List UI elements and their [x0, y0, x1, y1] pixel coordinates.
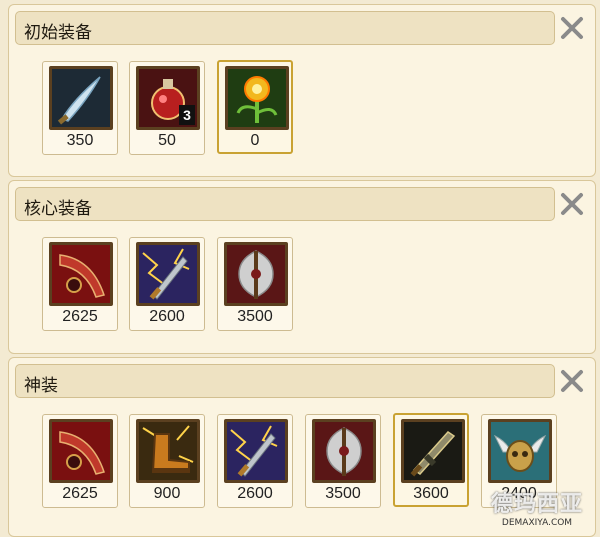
item-slot[interactable]: 3 50 [129, 61, 205, 155]
item-price: 2600 [149, 308, 185, 325]
close-icon[interactable] [557, 366, 587, 396]
item-slot-selected[interactable]: 0 [217, 60, 293, 154]
curved-sword-icon [49, 66, 113, 130]
watermark-main: 德玛西亚 [490, 492, 583, 517]
item-slot[interactable]: 2625 [42, 237, 118, 331]
lightning-sword-icon [224, 419, 288, 483]
item-slot[interactable]: 900 [129, 414, 205, 508]
dark-greatsword-icon [401, 419, 465, 483]
section-header: 核心装备 [15, 187, 555, 221]
item-slot-selected[interactable]: 3600 [393, 413, 469, 507]
item-price: 50 [158, 132, 176, 149]
winged-helm-icon [488, 419, 552, 483]
item-price: 900 [153, 485, 181, 502]
stack-count-badge: 3 [179, 105, 195, 125]
section-title: 核心装备 [24, 199, 92, 219]
item-slot[interactable]: 3500 [305, 414, 381, 508]
item-price: 3500 [237, 308, 273, 325]
golden-flower-totem-icon [225, 66, 289, 130]
item-price: 3500 [325, 485, 361, 502]
item-price: 2600 [237, 485, 273, 502]
item-price: 2625 [62, 485, 98, 502]
golden-boots-icon [136, 419, 200, 483]
lightning-sword-icon [136, 242, 200, 306]
section-header: 神装 [15, 364, 555, 398]
silver-axe-icon [312, 419, 376, 483]
close-icon[interactable] [557, 189, 587, 219]
silver-axe-icon [224, 242, 288, 306]
section-starting-items: 初始装备 350 3 50 0 [8, 4, 596, 177]
item-slot[interactable]: 3500 [217, 237, 293, 331]
section-header: 初始装备 [15, 11, 555, 45]
item-slot[interactable]: 2600 [217, 414, 293, 508]
item-price: 2625 [62, 308, 98, 325]
watermark-url: DEMAXIYA.COM [501, 518, 573, 528]
red-scythe-blade-icon [49, 242, 113, 306]
health-potion-icon: 3 [136, 66, 200, 130]
item-slot[interactable]: 2600 [129, 237, 205, 331]
item-price: 350 [66, 132, 94, 149]
section-title: 初始装备 [24, 23, 92, 43]
item-price: 3600 [413, 485, 449, 502]
close-icon[interactable] [557, 13, 587, 43]
item-slot[interactable]: 350 [42, 61, 118, 155]
item-price: 0 [250, 132, 260, 149]
section-core-items: 核心装备 2625 2600 3500 [8, 180, 596, 354]
watermark-logo: 德玛西亚 DEMAXIYA.COM [482, 486, 592, 528]
red-scythe-blade-icon [49, 419, 113, 483]
item-slot[interactable]: 2625 [42, 414, 118, 508]
section-title: 神装 [24, 376, 58, 396]
